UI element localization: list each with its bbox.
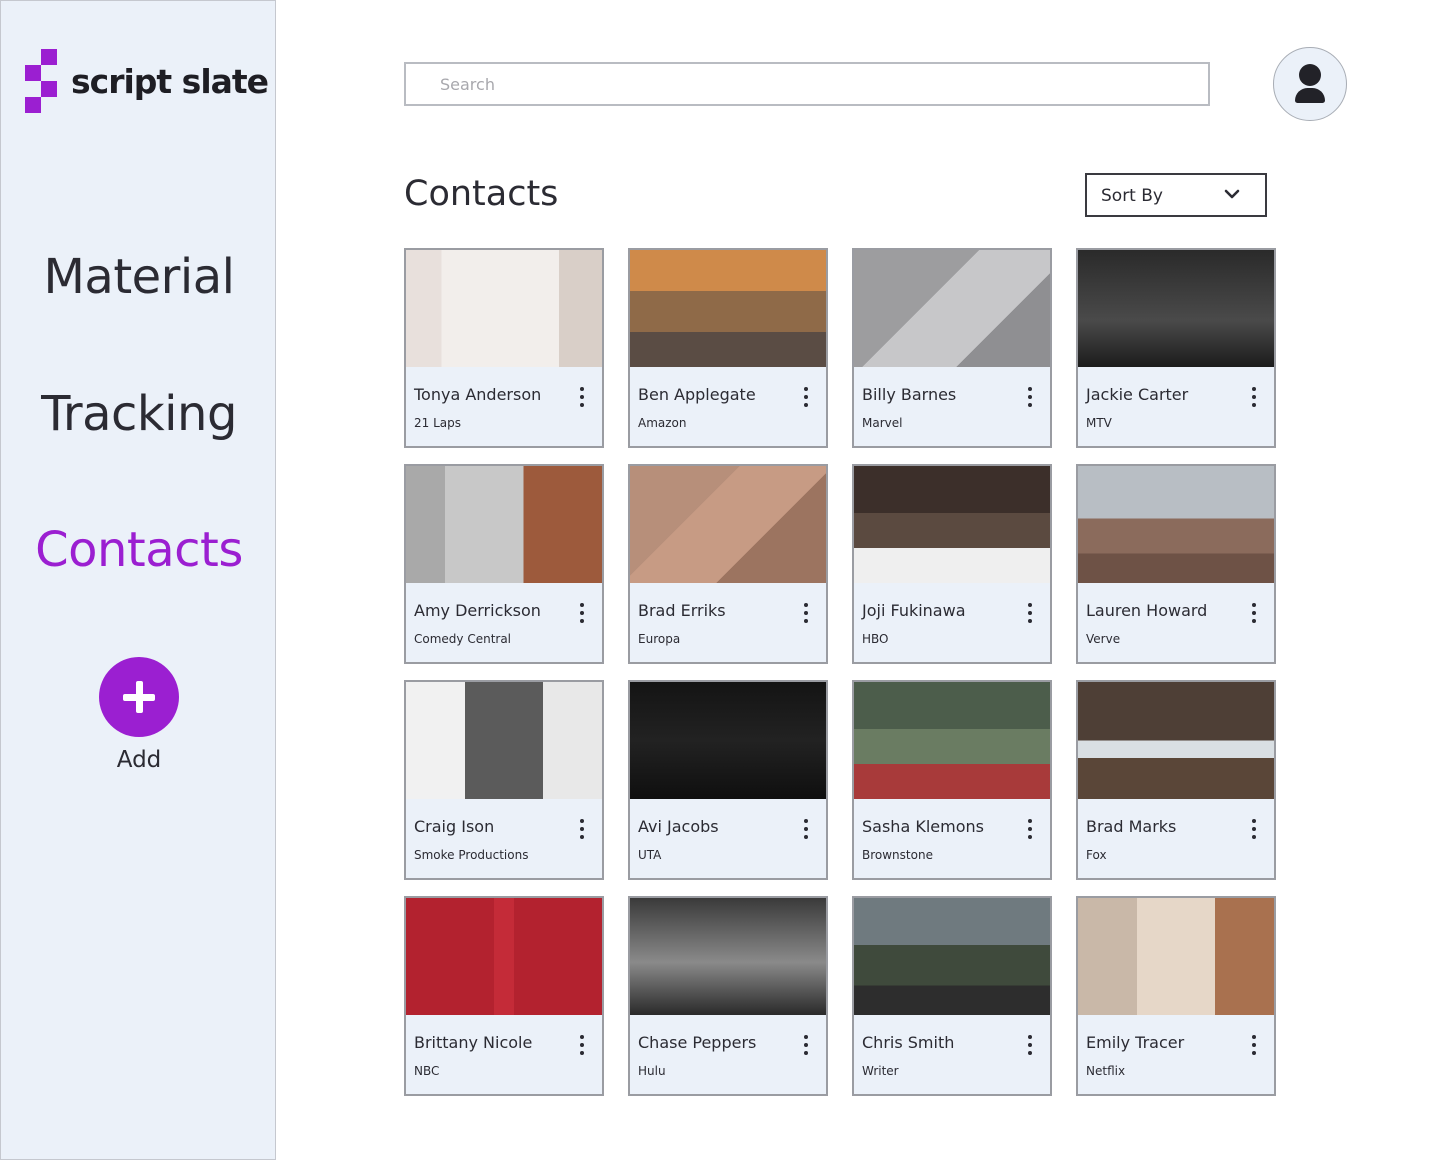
sidebar: script slate Material Tracking Contacts …: [0, 0, 276, 1160]
contact-card[interactable]: Lauren Howard Verve: [1076, 464, 1276, 664]
contact-photo: [630, 898, 826, 1015]
contact-card[interactable]: Tonya Anderson 21 Laps: [404, 248, 604, 448]
contact-org: Europa: [638, 632, 681, 646]
contact-org: Fox: [1086, 848, 1107, 862]
contact-photo: [854, 898, 1050, 1015]
contact-name: Lauren Howard: [1086, 601, 1208, 620]
contact-name: Sasha Klemons: [862, 817, 984, 836]
contact-org: 21 Laps: [414, 416, 461, 430]
contact-photo: [630, 682, 826, 799]
contact-card[interactable]: Avi Jacobs UTA: [628, 680, 828, 880]
contact-name: Emily Tracer: [1086, 1033, 1185, 1052]
contact-card[interactable]: Billy Barnes Marvel: [852, 248, 1052, 448]
contact-photo: [1078, 250, 1274, 367]
more-options-icon[interactable]: [1022, 818, 1038, 840]
more-options-icon[interactable]: [798, 602, 814, 624]
contact-name: Joji Fukinawa: [862, 601, 966, 620]
contact-card[interactable]: Jackie Carter MTV: [1076, 248, 1276, 448]
contact-org: Comedy Central: [414, 632, 512, 646]
add-contact-button[interactable]: [99, 657, 179, 737]
contact-name: Brittany Nicole: [414, 1033, 533, 1052]
contact-name: Jackie Carter: [1086, 385, 1189, 404]
contact-card[interactable]: Emily Tracer Netflix: [1076, 896, 1276, 1096]
more-options-icon[interactable]: [798, 386, 814, 408]
contact-name: Brad Marks: [1086, 817, 1177, 836]
logo-text: script slate: [71, 61, 269, 101]
contact-org: Smoke Productions: [414, 848, 529, 862]
contact-card[interactable]: Brad Marks Fox: [1076, 680, 1276, 880]
contact-card[interactable]: Brittany Nicole NBC: [404, 896, 604, 1096]
contact-org: Verve: [1086, 632, 1121, 646]
sort-label: Sort By: [1101, 186, 1163, 206]
contact-name: Brad Erriks: [638, 601, 726, 620]
contact-card[interactable]: Ben Applegate Amazon: [628, 248, 828, 448]
user-avatar-button[interactable]: [1273, 47, 1347, 121]
contact-photo: [406, 466, 602, 583]
more-options-icon[interactable]: [798, 818, 814, 840]
more-options-icon[interactable]: [574, 602, 590, 624]
more-options-icon[interactable]: [574, 1034, 590, 1056]
contact-org: Amazon: [638, 416, 687, 430]
more-options-icon[interactable]: [574, 818, 590, 840]
contact-photo: [1078, 682, 1274, 799]
logo-mark-icon: [25, 49, 57, 113]
more-options-icon[interactable]: [1246, 1034, 1262, 1056]
sidebar-item-contacts[interactable]: Contacts: [1, 522, 277, 578]
more-options-icon[interactable]: [1246, 386, 1262, 408]
contact-name: Avi Jacobs: [638, 817, 719, 836]
contact-name: Amy Derrickson: [414, 601, 541, 620]
contact-org: UTA: [638, 848, 662, 862]
more-options-icon[interactable]: [1022, 602, 1038, 624]
contact-org: MTV: [1086, 416, 1112, 430]
chevron-down-icon: [1224, 189, 1240, 199]
contact-card[interactable]: Craig Ison Smoke Productions: [404, 680, 604, 880]
search-input[interactable]: [404, 62, 1210, 106]
contact-name: Chris Smith: [862, 1033, 955, 1052]
more-options-icon[interactable]: [574, 386, 590, 408]
user-icon: [1299, 64, 1321, 86]
more-options-icon[interactable]: [1022, 386, 1038, 408]
contact-name: Chase Peppers: [638, 1033, 757, 1052]
contact-photo: [406, 898, 602, 1015]
contact-photo: [406, 682, 602, 799]
contact-org: Netflix: [1086, 1064, 1126, 1078]
more-options-icon[interactable]: [1246, 818, 1262, 840]
contact-name: Ben Applegate: [638, 385, 756, 404]
contact-org: Writer: [862, 1064, 899, 1078]
more-options-icon[interactable]: [1246, 602, 1262, 624]
contact-photo: [1078, 898, 1274, 1015]
contact-org: NBC: [414, 1064, 440, 1078]
add-label: Add: [116, 747, 162, 773]
contact-org: Marvel: [862, 416, 903, 430]
contact-photo: [854, 682, 1050, 799]
more-options-icon[interactable]: [798, 1034, 814, 1056]
contact-photo: [854, 250, 1050, 367]
logo[interactable]: script slate: [25, 49, 269, 113]
page-title: Contacts: [404, 174, 559, 214]
sort-dropdown[interactable]: Sort By: [1085, 173, 1267, 217]
contact-photo: [630, 250, 826, 367]
contact-photo: [854, 466, 1050, 583]
contact-card[interactable]: Amy Derrickson Comedy Central: [404, 464, 604, 664]
more-options-icon[interactable]: [1022, 1034, 1038, 1056]
contact-name: Craig Ison: [414, 817, 495, 836]
contact-photo: [1078, 466, 1274, 583]
contact-card[interactable]: Joji Fukinawa HBO: [852, 464, 1052, 664]
contact-org: Hulu: [638, 1064, 666, 1078]
contact-card[interactable]: Chase Peppers Hulu: [628, 896, 828, 1096]
contact-card[interactable]: Chris Smith Writer: [852, 896, 1052, 1096]
contact-org: HBO: [862, 632, 889, 646]
sidebar-item-tracking[interactable]: Tracking: [1, 386, 277, 442]
contact-name: Billy Barnes: [862, 385, 957, 404]
contact-name: Tonya Anderson: [414, 385, 542, 404]
contact-card[interactable]: Sasha Klemons Brownstone: [852, 680, 1052, 880]
sidebar-item-material[interactable]: Material: [1, 249, 277, 305]
contact-photo: [630, 466, 826, 583]
contact-photo: [406, 250, 602, 367]
contact-card[interactable]: Brad Erriks Europa: [628, 464, 828, 664]
contact-org: Brownstone: [862, 848, 933, 862]
